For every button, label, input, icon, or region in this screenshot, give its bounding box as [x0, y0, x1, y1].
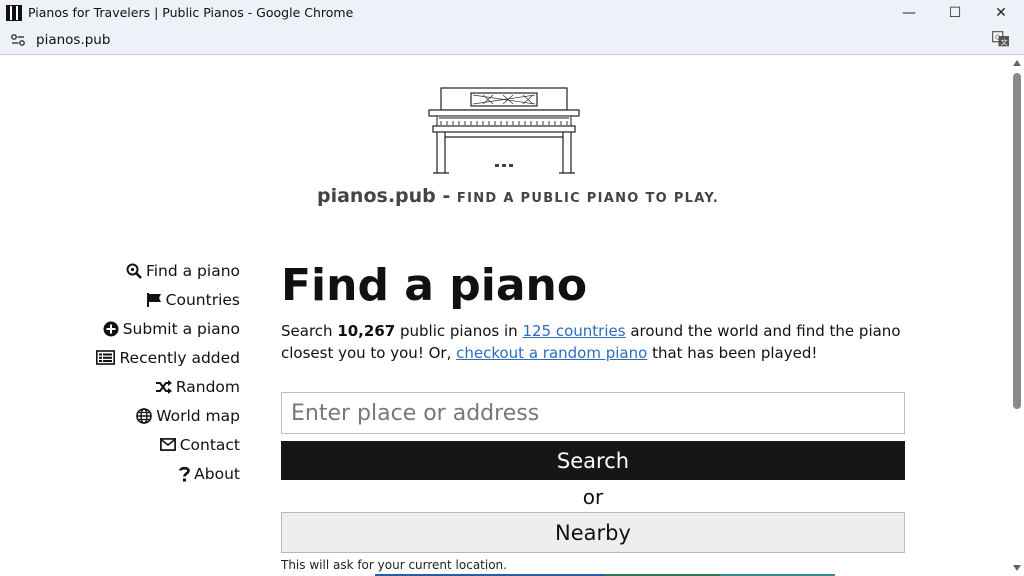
site-branding: pianos.pub - FIND A PUBLIC PIANO TO PLAY…: [317, 185, 719, 207]
piano-logo: [428, 87, 580, 174]
site-info-icon[interactable]: [8, 30, 28, 50]
desc-text: that has been played!: [647, 344, 818, 362]
brand-separator: -: [435, 185, 457, 207]
site-tagline: FIND A PUBLIC PIANO TO PLAY.: [456, 191, 720, 206]
window-title: Pianos for Travelers | Public Pianos - G…: [28, 5, 354, 20]
page-viewport: pianos.pub - FIND A PUBLIC PIANO TO PLAY…: [0, 55, 1010, 576]
nav-label: Random: [175, 377, 240, 396]
close-button[interactable]: ✕: [978, 0, 1024, 25]
search-icon: [126, 263, 142, 279]
sidebar-nav: Find a piano Countries Submit a piano Re…: [96, 256, 240, 488]
svg-text:文: 文: [1001, 37, 1008, 46]
nav-label: About: [194, 464, 240, 483]
piano-app-icon: [6, 4, 22, 21]
page-description: Search 10,267 public pianos in 125 count…: [281, 320, 905, 364]
random-piano-link[interactable]: checkout a random piano: [456, 344, 647, 362]
nav-item-about[interactable]: About: [96, 459, 240, 488]
nav-item-countries[interactable]: Countries: [96, 285, 240, 314]
search-button[interactable]: Search: [281, 441, 905, 480]
envelope-icon: [159, 438, 176, 451]
address-bar: pianos.pub G 文: [0, 25, 1024, 55]
nav-item-submit-a-piano[interactable]: Submit a piano: [96, 314, 240, 343]
globe-icon: [136, 407, 153, 424]
translate-icon[interactable]: G 文: [992, 31, 1010, 47]
nearby-button[interactable]: Nearby: [281, 512, 905, 553]
main-content: Find a piano Search 10,267 public pianos…: [281, 260, 905, 572]
nav-label: Contact: [179, 435, 240, 454]
nav-label: Countries: [165, 290, 240, 309]
nav-label: Find a piano: [145, 261, 240, 280]
question-icon: [179, 466, 190, 481]
nav-item-contact[interactable]: Contact: [96, 430, 240, 459]
nav-item-world-map[interactable]: World map: [96, 401, 240, 430]
nav-label: Submit a piano: [122, 319, 240, 338]
location-hint: This will ask for your current location.: [281, 558, 507, 572]
window-controls: — ☐ ✕: [886, 0, 1024, 25]
countries-link[interactable]: 125 countries: [522, 322, 625, 340]
piano-count: 10,267: [337, 322, 396, 340]
window-titlebar: Pianos for Travelers | Public Pianos - G…: [0, 0, 1024, 25]
scroll-thumb[interactable]: [1013, 73, 1021, 409]
page-scrollbar[interactable]: [1010, 55, 1024, 576]
plus-circle-icon: [103, 321, 119, 336]
desc-text: Search: [281, 322, 338, 340]
site-name[interactable]: pianos.pub: [317, 185, 436, 207]
nav-item-recently-added[interactable]: Recently added: [96, 343, 240, 372]
minimize-button[interactable]: —: [886, 0, 932, 25]
flag-icon: [146, 292, 161, 307]
desc-text: public pianos in: [395, 322, 523, 340]
nav-item-random[interactable]: Random: [96, 372, 240, 401]
shuffle-icon: [155, 379, 172, 394]
scroll-down-arrow-icon[interactable]: [1013, 565, 1021, 571]
scroll-up-arrow-icon[interactable]: [1013, 60, 1021, 66]
nav-label: Recently added: [119, 348, 240, 367]
nav-label: World map: [156, 406, 240, 425]
list-icon: [96, 350, 116, 365]
url-text[interactable]: pianos.pub: [36, 32, 110, 48]
maximize-button[interactable]: ☐: [932, 0, 978, 25]
or-divider: or: [582, 485, 604, 509]
nav-item-find-a-piano[interactable]: Find a piano: [96, 256, 240, 285]
place-search-input[interactable]: [281, 392, 905, 434]
page-title: Find a piano: [281, 260, 588, 311]
